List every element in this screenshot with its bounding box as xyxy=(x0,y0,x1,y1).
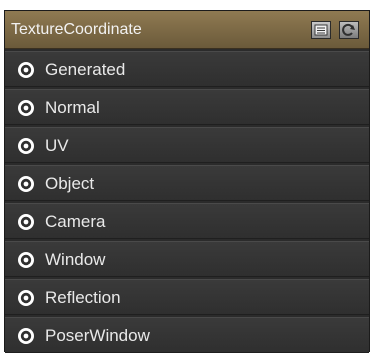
output-label: Generated xyxy=(45,60,126,79)
output-socket-icon[interactable] xyxy=(17,327,35,345)
output-row-reflection[interactable]: Reflection xyxy=(5,279,369,315)
output-socket-icon[interactable] xyxy=(17,99,35,117)
output-label: Reflection xyxy=(45,288,121,307)
menu-icon xyxy=(314,24,328,36)
output-list: Generated Normal UV Object Camera Window… xyxy=(5,51,369,355)
output-row-generated[interactable]: Generated xyxy=(5,51,369,87)
menu-button[interactable] xyxy=(311,21,331,39)
output-row-normal[interactable]: Normal xyxy=(5,89,369,125)
output-label: Normal xyxy=(45,98,100,117)
output-row-window[interactable]: Window xyxy=(5,241,369,277)
node-header[interactable]: TextureCoordinate xyxy=(5,11,369,49)
output-row-object[interactable]: Object xyxy=(5,165,369,201)
output-socket-icon[interactable] xyxy=(17,175,35,193)
output-label: PoserWindow xyxy=(45,326,150,345)
output-socket-icon[interactable] xyxy=(17,61,35,79)
refresh-icon xyxy=(342,23,355,36)
output-socket-icon[interactable] xyxy=(17,137,35,155)
node-title: TextureCoordinate xyxy=(11,21,142,38)
output-row-uv[interactable]: UV xyxy=(5,127,369,163)
refresh-button[interactable] xyxy=(339,21,359,39)
output-socket-icon[interactable] xyxy=(17,289,35,307)
output-label: Object xyxy=(45,174,95,193)
output-row-poserwindow[interactable]: PoserWindow xyxy=(5,317,369,353)
output-row-camera[interactable]: Camera xyxy=(5,203,369,239)
output-socket-icon[interactable] xyxy=(17,213,35,231)
texture-coordinate-node[interactable]: TextureCoordinate Generated Normal UV Ob… xyxy=(4,10,370,355)
output-socket-icon[interactable] xyxy=(17,251,35,269)
output-label: Window xyxy=(45,250,106,269)
output-label: UV xyxy=(45,136,69,155)
output-label: Camera xyxy=(45,212,106,231)
